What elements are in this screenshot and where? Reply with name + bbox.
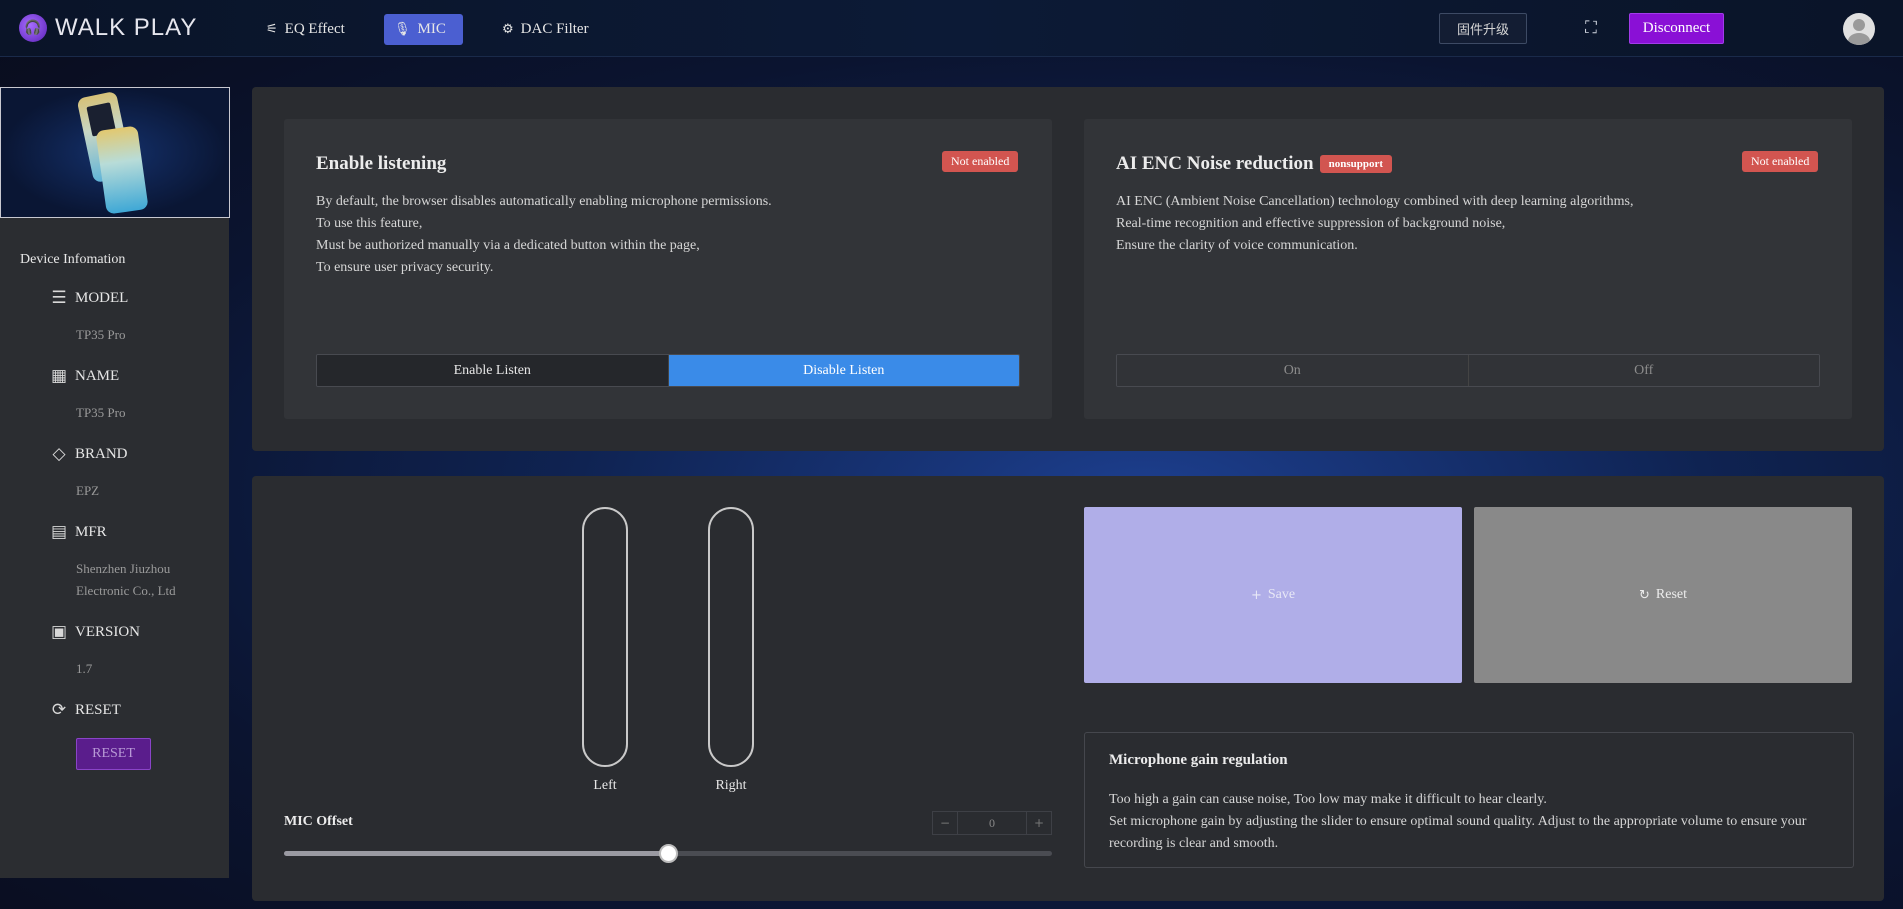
listen-toggle-group: Enable Listen Disable Listen [316, 354, 1020, 387]
enc-description: AI ENC (Ambient Noise Cancellation) tech… [1116, 191, 1634, 257]
nonsupport-badge: nonsupport [1319, 155, 1392, 173]
refresh-icon: ⟳ [51, 700, 67, 720]
sidebar-item-model: ☰ MODEL [48, 287, 128, 309]
enc-off-button[interactable]: Off [1467, 355, 1819, 386]
reset-label: Reset [1655, 587, 1687, 602]
building-icon: ▦ [50, 366, 68, 386]
device-info-sidebar: Device Infomation ☰ MODEL TP35 Pro ▦ NAM… [0, 218, 229, 878]
tab-eq-effect[interactable]: ⚟ EQ Effect [256, 14, 355, 45]
sidebar-item-brand: ◇ BRAND [48, 443, 128, 465]
sidebar-item-label: RESET [75, 701, 121, 718]
sidebar-item-label: MODEL [75, 289, 129, 306]
sidebar-item-label: BRAND [75, 445, 128, 462]
name-value: TP35 Pro [76, 405, 126, 420]
mic-gain-panel: Left Right MIC Offset − 0 + + Save ↻ Res… [252, 476, 1884, 901]
ai-enc-card: AI ENC Noise reduction nonsupport Not en… [1084, 119, 1852, 419]
enable-listening-card: Enable listening Not enabled By default,… [284, 119, 1052, 419]
version-value: 1.7 [76, 661, 93, 676]
disable-listen-button[interactable]: Disable Listen [667, 355, 1019, 386]
sidebar-item-label: VERSION [75, 623, 141, 640]
tab-dac-filter-label: DAC Filter [520, 21, 589, 37]
tab-mic[interactable]: 🎙 MIC [384, 14, 463, 45]
gear-icon: ⚙ [502, 22, 514, 37]
app-logo[interactable]: 🎧 WALK PLAY [19, 14, 197, 42]
gain-title: Microphone gain regulation [1109, 752, 1288, 768]
enable-listen-button[interactable]: Enable Listen [317, 355, 668, 386]
slider-fill [284, 851, 668, 856]
description-line: Must be authorized manually via a dedica… [316, 238, 700, 253]
chip-icon: ▣ [50, 622, 68, 642]
gain-info-card: Microphone gain regulation Too high a ga… [1084, 732, 1854, 868]
save-button[interactable]: + Save [1084, 507, 1462, 683]
model-value: TP35 Pro [76, 327, 126, 342]
enc-title: AI ENC Noise reduction [1116, 153, 1314, 174]
listening-description: By default, the browser disables automat… [316, 191, 772, 279]
decrement-button[interactable]: − [933, 812, 957, 834]
tab-eq-effect-label: EQ Effect [284, 21, 345, 37]
gain-description: Too high a gain can cause noise, Too low… [1109, 789, 1839, 855]
description-line: Real-time recognition and effective supp… [1116, 216, 1506, 231]
enc-toggle-group: On Off [1116, 354, 1820, 387]
disconnect-button[interactable]: Disconnect [1629, 13, 1724, 44]
tab-dac-filter[interactable]: ⚙ DAC Filter [492, 14, 599, 45]
tab-mic-label: MIC [417, 21, 446, 37]
refresh-icon: ↻ [1638, 587, 1650, 603]
description-line: Set microphone gain by adjusting the sli… [1109, 814, 1807, 851]
right-level-meter [708, 507, 754, 767]
top-bar: 🎧 WALK PLAY ⚟ EQ Effect 🎙 MIC ⚙ DAC Filt… [0, 0, 1903, 57]
app-title: WALK PLAY [55, 14, 198, 41]
mic-offset-value[interactable]: 0 [957, 812, 1027, 834]
sidebar-item-reset: ⟳ RESET [48, 699, 121, 721]
status-badge: Not enabled [942, 151, 1019, 172]
status-badge: Not enabled [1742, 151, 1819, 172]
server-icon: ☰ [51, 288, 67, 308]
description-line: To use this feature, [316, 216, 423, 231]
left-level-meter [582, 507, 628, 767]
right-meter-label: Right [715, 778, 747, 793]
enc-on-button[interactable]: On [1117, 355, 1468, 386]
avatar[interactable] [1843, 13, 1875, 45]
device-image [0, 87, 230, 218]
reset-button[interactable]: ↻ Reset [1474, 507, 1852, 683]
sliders-icon: ⚟ [266, 22, 278, 37]
mic-offset-slider[interactable] [284, 844, 1052, 863]
description-line: AI ENC (Ambient Noise Cancellation) tech… [1116, 194, 1634, 209]
sidebar-item-label: NAME [75, 367, 120, 384]
device-back-illustration [95, 125, 149, 215]
card-title: Enable listening [316, 153, 446, 175]
sidebar-item-mfr: ▤ MFR [48, 521, 107, 543]
sidebar-item-name: ▦ NAME [48, 365, 119, 387]
slider-thumb[interactable] [659, 844, 678, 863]
brand-value: EPZ [76, 483, 100, 498]
description-line: Ensure the clarity of voice communicatio… [1116, 238, 1358, 253]
microphone-icon: 🎙 [394, 22, 411, 37]
firmware-upgrade-button[interactable]: 固件升级 [1439, 13, 1527, 44]
mic-offset-title: MIC Offset [284, 814, 353, 829]
mic-offset-stepper: − 0 + [932, 811, 1052, 835]
tag-icon: ◇ [52, 444, 66, 464]
device-reset-button[interactable]: RESET [76, 738, 151, 770]
scan-icon[interactable]: ⛶ [1581, 18, 1601, 38]
sidebar-title: Device Infomation [20, 252, 126, 267]
listening-title: Enable listening [316, 153, 447, 174]
headphones-logo-icon: 🎧 [19, 14, 47, 42]
description-line: Too high a gain can cause noise, Too low… [1109, 792, 1547, 807]
increment-button[interactable]: + [1027, 812, 1051, 834]
card-title: AI ENC Noise reduction nonsupport [1116, 153, 1392, 175]
sidebar-item-label: MFR [75, 523, 107, 540]
plus-icon: + [1250, 587, 1262, 603]
features-panel: Enable listening Not enabled By default,… [252, 87, 1884, 451]
mfr-value: Shenzhen Jiuzhou Electronic Co., Ltd [76, 561, 176, 598]
left-meter-label: Left [593, 778, 617, 793]
document-icon: ▤ [50, 522, 68, 542]
description-line: To ensure user privacy security. [316, 260, 494, 275]
sidebar-item-version: ▣ VERSION [48, 621, 140, 643]
save-label: Save [1267, 587, 1296, 602]
description-line: By default, the browser disables automat… [316, 194, 772, 209]
